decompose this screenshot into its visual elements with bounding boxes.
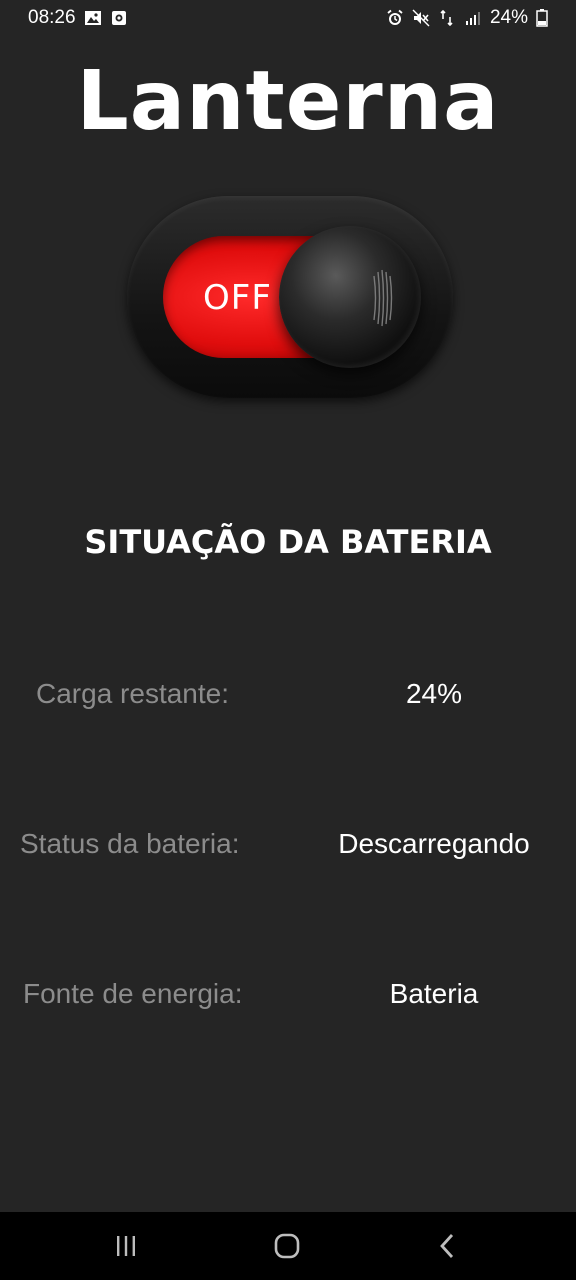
flashlight-toggle[interactable]: OFF xyxy=(127,196,453,398)
screen-record-icon xyxy=(110,9,128,27)
status-label: Status da bateria: xyxy=(20,828,240,859)
charge-label: Carga restante: xyxy=(36,678,229,709)
data-transfer-icon xyxy=(438,9,456,27)
power-source-value: Bateria xyxy=(389,978,479,1009)
knob-grip-icon xyxy=(371,266,393,330)
charge-value: 24% xyxy=(405,678,463,709)
info-row-charge: Carga restante: 24% xyxy=(0,670,576,718)
navigation-bar xyxy=(0,1212,576,1280)
app-title: Lanterna xyxy=(76,54,500,149)
status-value: Descarregando xyxy=(338,828,530,859)
status-time: 08:26 xyxy=(28,7,76,28)
info-row-status: Status da bateria: Descarregando xyxy=(0,820,576,868)
power-source-label: Fonte de energia: xyxy=(23,978,243,1009)
status-bar-right: 24% xyxy=(386,7,548,29)
toggle-state-label: OFF xyxy=(203,278,272,318)
mute-icon xyxy=(412,9,430,27)
info-row-power-source: Fonte de energia: Bateria xyxy=(0,970,576,1018)
battery-section-heading: SITUAÇÃO DA BATERIA xyxy=(84,523,492,561)
gallery-icon xyxy=(84,9,102,27)
back-icon[interactable] xyxy=(428,1230,468,1262)
battery-icon xyxy=(536,9,548,27)
status-bar: 08:26 24% xyxy=(0,0,576,36)
battery-percent: 24% xyxy=(489,7,528,28)
status-bar-left: 08:26 xyxy=(28,7,128,29)
toggle-knob[interactable] xyxy=(279,226,421,368)
alarm-icon xyxy=(386,9,404,27)
signal-icon xyxy=(464,9,482,27)
home-icon[interactable] xyxy=(267,1230,307,1262)
recent-apps-icon[interactable] xyxy=(106,1230,146,1262)
